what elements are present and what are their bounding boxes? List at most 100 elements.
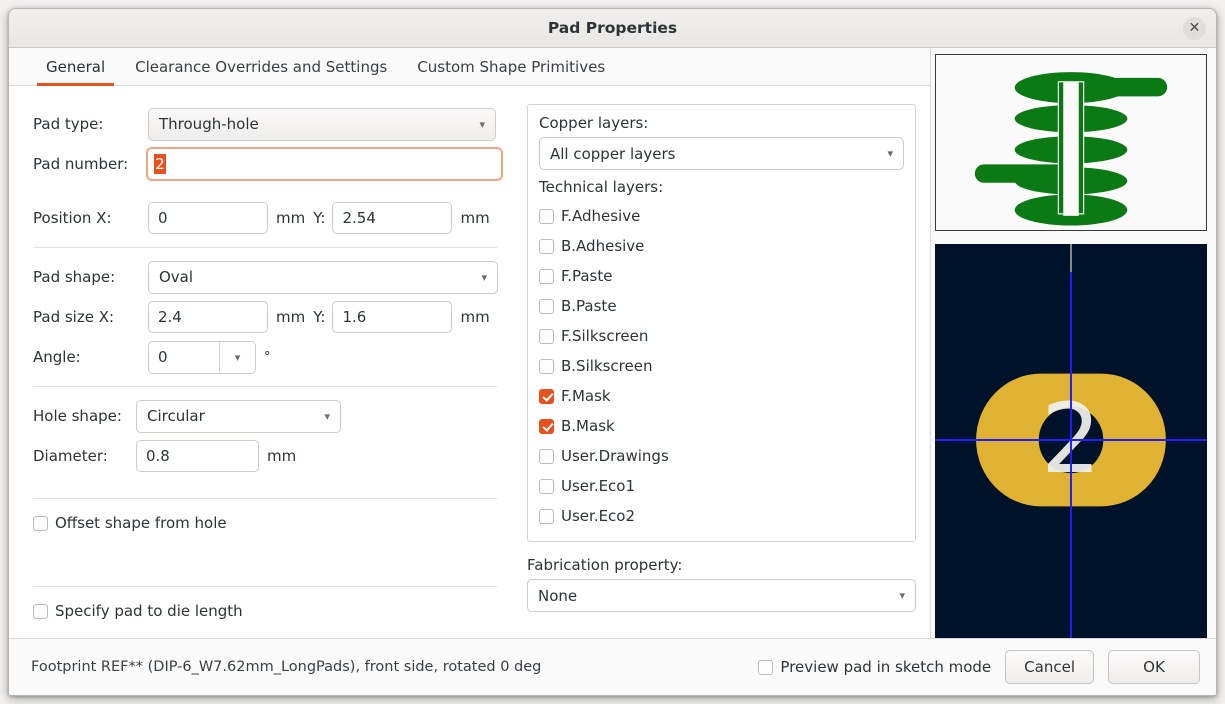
layer-user-drawings-checkbox[interactable]: User.Drawings bbox=[539, 441, 904, 471]
pad-shape-label: Pad shape: bbox=[33, 268, 116, 286]
pad-size-x-input[interactable]: 2.4 bbox=[148, 301, 268, 333]
general-right-column: Copper layers: All copper layers ▾ Techn… bbox=[517, 94, 930, 638]
divider-offset bbox=[33, 586, 497, 587]
preview-pane: 2 bbox=[931, 48, 1216, 638]
layer-b-mask-label: B.Mask bbox=[561, 417, 615, 435]
position-y-input[interactable]: 2.54 bbox=[332, 202, 453, 234]
divider-position bbox=[33, 247, 497, 248]
pad-type-row: Pad type: Through-hole ▾ bbox=[33, 104, 503, 144]
layer-b-adhesive-checkbox[interactable]: B.Adhesive bbox=[539, 231, 904, 261]
dialog-body: General Clearance Overrides and Settings… bbox=[9, 48, 1216, 638]
position-x-value: 0 bbox=[158, 209, 168, 227]
pad-size-x-value: 2.4 bbox=[158, 308, 182, 326]
footprint-status-text: Footprint REF** (DIP-6_W7.62mm_LongPads)… bbox=[31, 659, 542, 675]
pad-stack-diagram bbox=[936, 57, 1206, 228]
checkbox-icon bbox=[539, 238, 554, 254]
position-x-label: Position X: bbox=[33, 209, 112, 227]
layer-f-adhesive-checkbox[interactable]: F.Adhesive bbox=[539, 201, 904, 231]
layer-f-silkscreen-checkbox[interactable]: F.Silkscreen bbox=[539, 321, 904, 351]
checkbox-icon bbox=[539, 268, 554, 284]
tab-clearance-overrides-label: Clearance Overrides and Settings bbox=[135, 57, 388, 76]
layer-f-mask-label: F.Mask bbox=[561, 387, 611, 405]
close-icon[interactable]: ✕ bbox=[1183, 17, 1206, 40]
chevron-down-icon: ▾ bbox=[324, 409, 330, 423]
position-x-input[interactable]: 0 bbox=[148, 202, 268, 234]
chevron-down-icon: ▾ bbox=[887, 147, 893, 160]
checkbox-icon bbox=[758, 659, 774, 675]
layer-b-silkscreen-checkbox[interactable]: B.Silkscreen bbox=[539, 351, 904, 381]
cancel-button[interactable]: Cancel bbox=[1005, 650, 1094, 684]
tab-custom-shape-primitives[interactable]: Custom Shape Primitives bbox=[402, 48, 620, 85]
layer-user-eco2-label: User.Eco2 bbox=[561, 507, 636, 525]
angle-label: Angle: bbox=[33, 348, 81, 366]
layer-user-drawings-label: User.Drawings bbox=[561, 447, 669, 465]
tab-custom-shape-primitives-label: Custom Shape Primitives bbox=[417, 57, 606, 76]
tab-bar: General Clearance Overrides and Settings… bbox=[9, 48, 930, 86]
page-title: Pad Properties bbox=[547, 19, 678, 37]
ok-button[interactable]: OK bbox=[1108, 650, 1200, 684]
pad-type-select[interactable]: Through-hole ▾ bbox=[148, 107, 496, 141]
footer-actions: Preview pad in sketch mode Cancel OK bbox=[758, 650, 1200, 684]
hole-shape-value: Circular bbox=[147, 407, 205, 425]
chevron-down-icon[interactable]: ▾ bbox=[219, 341, 255, 373]
offset-shape-label: Offset shape from hole bbox=[55, 514, 227, 532]
hole-shape-label: Hole shape: bbox=[33, 407, 122, 425]
hole-shape-row: Hole shape: Circular ▾ bbox=[33, 396, 503, 436]
angle-stepper[interactable]: 0 ▾ bbox=[148, 340, 256, 374]
general-left-column: Pad type: Through-hole ▾ Pad number: 2 P… bbox=[9, 94, 517, 638]
pad-type-value: Through-hole bbox=[159, 115, 259, 133]
pad-size-x-unit: mm bbox=[276, 308, 306, 326]
tab-content-general: Pad type: Through-hole ▾ Pad number: 2 P… bbox=[9, 86, 930, 638]
layers-group: Copper layers: All copper layers ▾ Techn… bbox=[527, 104, 916, 542]
fabrication-property-select[interactable]: None ▾ bbox=[527, 579, 916, 612]
pad-size-y-label: Y: bbox=[313, 308, 326, 326]
diameter-label: Diameter: bbox=[33, 447, 108, 465]
pad-render-canvas: 2 bbox=[935, 244, 1207, 638]
form-pane: General Clearance Overrides and Settings… bbox=[9, 48, 931, 638]
pad-shape-row: Pad shape: Oval ▾ bbox=[33, 257, 503, 297]
layer-b-silkscreen-label: B.Silkscreen bbox=[561, 357, 653, 375]
dialog-footer: Footprint REF** (DIP-6_W7.62mm_LongPads)… bbox=[9, 638, 1216, 695]
angle-value: 0 bbox=[158, 348, 168, 366]
copper-layers-label: Copper layers: bbox=[539, 114, 649, 132]
layer-f-adhesive-label: F.Adhesive bbox=[561, 207, 641, 225]
pad-number-input[interactable]: 2 bbox=[146, 147, 503, 181]
title-bar: Pad Properties ✕ bbox=[9, 9, 1216, 48]
preview-sketch-mode-checkbox[interactable]: Preview pad in sketch mode bbox=[758, 652, 991, 682]
layer-b-mask-checkbox[interactable]: B.Mask bbox=[539, 411, 904, 441]
pad-size-y-value: 1.6 bbox=[342, 308, 367, 326]
preview-sketch-mode-label: Preview pad in sketch mode bbox=[780, 658, 992, 676]
position-x-unit: mm bbox=[276, 209, 306, 227]
diameter-input[interactable]: 0.8 bbox=[136, 440, 259, 472]
fabrication-property-label: Fabrication property: bbox=[527, 556, 683, 574]
layer-f-mask-checkbox[interactable]: F.Mask bbox=[539, 381, 904, 411]
pad-render-preview: 2 bbox=[935, 244, 1207, 638]
tab-clearance-overrides[interactable]: Clearance Overrides and Settings bbox=[120, 48, 402, 85]
tab-general[interactable]: General bbox=[31, 48, 120, 86]
pad-number-value: 2 bbox=[154, 153, 166, 175]
layer-f-paste-checkbox[interactable]: F.Paste bbox=[539, 261, 904, 291]
angle-row: Angle: 0 ▾ ° bbox=[33, 337, 503, 377]
pad-to-die-checkbox[interactable]: Specify pad to die length bbox=[33, 596, 503, 626]
checkbox-icon bbox=[539, 328, 554, 344]
layer-b-paste-checkbox[interactable]: B.Paste bbox=[539, 291, 904, 321]
checkbox-checked-icon bbox=[539, 388, 554, 404]
hole-shape-select[interactable]: Circular ▾ bbox=[136, 399, 341, 433]
pad-number-row: Pad number: 2 bbox=[33, 144, 503, 184]
checkbox-checked-icon bbox=[539, 418, 554, 434]
layer-user-eco2-checkbox[interactable]: User.Eco2 bbox=[539, 501, 904, 531]
pad-size-y-input[interactable]: 1.6 bbox=[332, 301, 453, 333]
offset-shape-checkbox[interactable]: Offset shape from hole bbox=[33, 508, 503, 538]
chevron-down-icon: ▾ bbox=[899, 589, 905, 602]
layer-b-paste-label: B.Paste bbox=[561, 297, 617, 315]
pad-number-label: Pad number: bbox=[33, 155, 129, 173]
position-y-label: Y: bbox=[313, 209, 326, 227]
layer-user-eco1-checkbox[interactable]: User.Eco1 bbox=[539, 471, 904, 501]
pad-shape-select[interactable]: Oval ▾ bbox=[148, 260, 498, 294]
pad-size-x-label: Pad size X: bbox=[33, 308, 115, 326]
pad-stack-preview bbox=[935, 54, 1207, 231]
copper-layers-select[interactable]: All copper layers ▾ bbox=[539, 137, 904, 170]
checkbox-icon bbox=[539, 358, 554, 374]
layer-user-eco1-label: User.Eco1 bbox=[561, 477, 636, 495]
copper-layers-value: All copper layers bbox=[550, 144, 676, 163]
